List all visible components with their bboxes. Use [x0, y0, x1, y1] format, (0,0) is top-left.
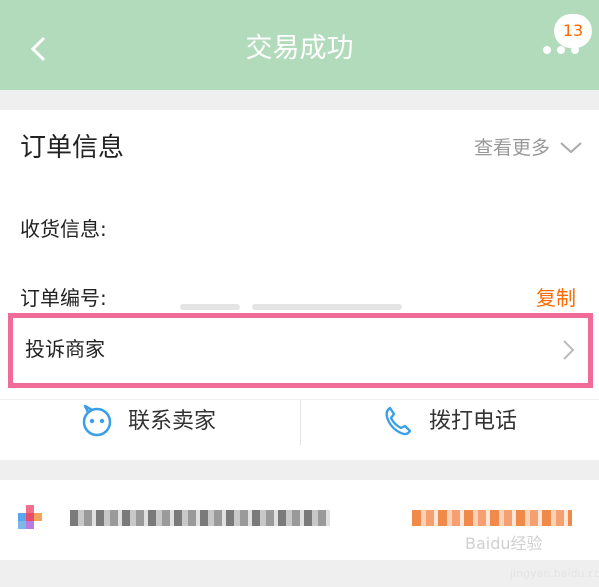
complaint-merchant-label: 投诉商家	[25, 337, 105, 361]
order-number-label: 订单编号:	[20, 286, 107, 310]
notification-badge[interactable]: 13	[554, 14, 592, 48]
order-info-title: 订单信息	[20, 133, 125, 163]
contact-seller-button[interactable]: 联系卖家	[0, 402, 300, 442]
view-more-label: 查看更多	[474, 137, 551, 159]
call-phone-label: 拨打电话	[429, 409, 518, 434]
shipping-info-label: 收货信息:	[20, 217, 107, 241]
shop-logo-icon	[18, 505, 42, 529]
phone-icon	[385, 406, 412, 436]
order-number-value-blurred	[180, 304, 240, 310]
chevron-down-icon	[560, 142, 582, 154]
shop-name-blurred	[70, 510, 330, 526]
view-more-link[interactable]: 查看更多	[474, 134, 583, 164]
shop-price-blurred	[412, 510, 572, 526]
chat-face-icon	[82, 404, 112, 437]
contact-seller-label: 联系卖家	[128, 409, 217, 434]
call-phone-button[interactable]: 拨打电话	[301, 402, 599, 442]
copy-button[interactable]: 复制	[536, 284, 576, 312]
order-number-value-blurred	[252, 304, 402, 310]
page-title: 交易成功	[245, 33, 354, 64]
complaint-merchant-row[interactable]: 投诉商家	[8, 313, 593, 388]
watermark-url: jingyan.baidu.com	[510, 567, 599, 580]
watermark: Baidu经验	[465, 534, 543, 553]
chevron-right-icon	[563, 340, 575, 360]
